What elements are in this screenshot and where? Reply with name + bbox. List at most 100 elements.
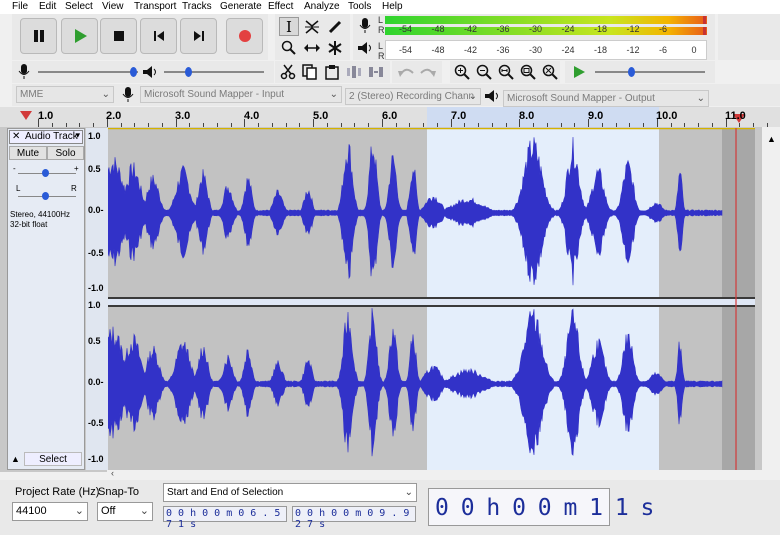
- zoom-toggle-icon[interactable]: [540, 63, 560, 81]
- gain-slider-thumb[interactable]: [42, 169, 49, 177]
- mute-button[interactable]: Mute: [9, 146, 47, 160]
- fit-project-icon[interactable]: [518, 63, 538, 81]
- output-volume-slider[interactable]: [164, 71, 264, 73]
- skip-to-start-button[interactable]: [140, 18, 177, 54]
- close-icon[interactable]: ✕: [12, 131, 20, 142]
- play-speed-thumb[interactable]: [628, 67, 635, 77]
- play-speed-slider[interactable]: [595, 71, 705, 73]
- meter-tick-label: -48: [431, 24, 445, 34]
- playback-device-combo[interactable]: Microsoft Sound Mapper - Output ⌄: [503, 90, 709, 107]
- chevron-down-icon: ⌄: [404, 487, 413, 498]
- ruler-tick-label: 4.0: [244, 110, 260, 122]
- trim-audio-icon[interactable]: [345, 63, 363, 81]
- selection-end-value: 0 0 h 0 0 m 0 9 . 9 2 7 s: [295, 508, 410, 530]
- audio-host-combo[interactable]: MME ⌄: [16, 86, 114, 103]
- snap-to-combo[interactable]: Off ⌄: [97, 502, 153, 521]
- snap-to-label: Snap-To: [98, 486, 139, 498]
- audio-position-time[interactable]: 0 0 h 0 0 m 1 1 s: [428, 488, 654, 526]
- audio-position-value: 0 0 h 0 0 m 1 1 s: [435, 495, 654, 521]
- play-meter-right-label: R: [378, 51, 385, 61]
- play-icon: [74, 29, 87, 43]
- menu-view[interactable]: View: [102, 0, 124, 13]
- track-name-menu[interactable]: ✕ Audio Track ▾: [9, 130, 83, 144]
- playback-device-speaker-icon: [484, 88, 500, 104]
- meter-tick-label: -12: [626, 24, 640, 34]
- menu-tools[interactable]: Tools: [348, 0, 371, 13]
- meter-tick-label: 0: [691, 45, 697, 55]
- ruler-tick-mark: [175, 119, 177, 127]
- selection-end-time[interactable]: 0 0 h 0 0 m 0 9 . 9 2 7 s: [292, 506, 416, 530]
- scroll-left-icon[interactable]: ‹: [111, 468, 114, 478]
- stop-button[interactable]: [100, 18, 137, 54]
- envelope-tool[interactable]: [302, 17, 322, 36]
- meter-toolbar: L R -54 -48 -42 -36 -30 -24 -18 -12 -6 L R -54 -4…: [353, 14, 715, 61]
- record-button[interactable]: [226, 18, 263, 54]
- redo-icon[interactable]: [418, 63, 438, 81]
- project-rate-label: Project Rate (Hz): [15, 486, 100, 498]
- ruler-tick-label: 10.0: [656, 110, 678, 122]
- skip-to-end-button[interactable]: [180, 18, 217, 54]
- zoom-tool[interactable]: [279, 38, 299, 57]
- ruler-tick-mark: [519, 119, 521, 127]
- selection-mode-combo[interactable]: Start and End of Selection ⌄: [163, 483, 417, 502]
- input-volume-slider[interactable]: [38, 71, 138, 73]
- menu-transport[interactable]: Transport: [134, 0, 176, 13]
- selection-start-time[interactable]: 0 0 h 0 0 m 0 6 . 5 7 1 s: [163, 506, 287, 530]
- meter-tick-label: -24: [561, 24, 575, 34]
- menu-file[interactable]: File: [12, 0, 28, 13]
- play-at-speed-icon[interactable]: [571, 64, 587, 80]
- scroll-up-icon[interactable]: ▲: [767, 134, 776, 144]
- ruler-tick-label: 1.0: [38, 110, 54, 122]
- play-head-left-marker-icon[interactable]: [20, 111, 32, 121]
- recording-channels-combo[interactable]: 2 (Stereo) Recording Chann ⌄: [345, 88, 481, 105]
- solo-button[interactable]: Solo: [47, 146, 84, 160]
- project-rate-combo[interactable]: 44100 ⌄: [12, 502, 88, 521]
- ruler-tick-mark: [313, 119, 314, 127]
- track-control-panel: ✕ Audio Track ▾ Mute Solo - + L R Stereo…: [7, 128, 85, 470]
- menu-effect[interactable]: Effect: [268, 0, 293, 13]
- copy-icon[interactable]: [301, 63, 319, 81]
- fit-selection-icon[interactable]: [496, 63, 516, 81]
- selection-tool[interactable]: I: [279, 17, 299, 36]
- zoom-in-icon[interactable]: [452, 63, 472, 81]
- ruler-tick-label: 6.0: [382, 110, 398, 122]
- ruler-tick-mark: [766, 123, 768, 127]
- microphone-icon[interactable]: [357, 18, 373, 34]
- menu-select[interactable]: Select: [65, 0, 93, 13]
- menu-tracks[interactable]: Tracks: [182, 0, 212, 13]
- pan-slider-thumb[interactable]: [42, 192, 49, 200]
- time-shift-tool[interactable]: [302, 38, 322, 57]
- play-at-speed-toolbar: [565, 61, 715, 83]
- play-button[interactable]: [61, 18, 98, 54]
- cut-icon[interactable]: [279, 63, 297, 81]
- menu-generate[interactable]: Generate: [220, 0, 262, 13]
- menu-bar: File Edit Select View Transport Tracks G…: [0, 0, 780, 14]
- output-volume-thumb[interactable]: [185, 67, 192, 77]
- menu-edit[interactable]: Edit: [39, 0, 56, 13]
- meter-tick-label: -30: [529, 45, 543, 55]
- meter-tick-label: -36: [496, 45, 510, 55]
- horizontal-scrollbar[interactable]: ‹: [107, 468, 780, 480]
- undo-icon[interactable]: [396, 63, 416, 81]
- draw-tool[interactable]: [325, 17, 345, 36]
- waveform-display[interactable]: [108, 128, 755, 470]
- silence-audio-icon[interactable]: [367, 63, 385, 81]
- collapse-track-icon[interactable]: ▲: [11, 454, 20, 464]
- ruler-tick-mark: [381, 119, 383, 127]
- menu-analyze[interactable]: Analyze: [304, 0, 340, 13]
- paste-icon[interactable]: [323, 63, 341, 81]
- record-meter-left-label: L: [378, 15, 384, 25]
- ruler-tick-label: 3.0: [175, 110, 191, 122]
- vertical-scrollbar[interactable]: ▲: [763, 134, 780, 472]
- pan-right-label: R: [71, 184, 77, 193]
- input-volume-thumb[interactable]: [130, 67, 137, 77]
- chevron-down-icon: ⌄: [329, 89, 338, 100]
- recording-device-combo[interactable]: Microsoft Sound Mapper - Input ⌄: [140, 86, 342, 103]
- gain-minus-label: -: [13, 164, 16, 173]
- menu-help[interactable]: Help: [382, 0, 403, 13]
- speaker-icon[interactable]: [357, 40, 373, 56]
- zoom-out-icon[interactable]: [474, 63, 494, 81]
- select-track-button[interactable]: Select: [24, 452, 82, 466]
- pause-button[interactable]: [20, 18, 57, 54]
- multi-tool[interactable]: [325, 38, 345, 57]
